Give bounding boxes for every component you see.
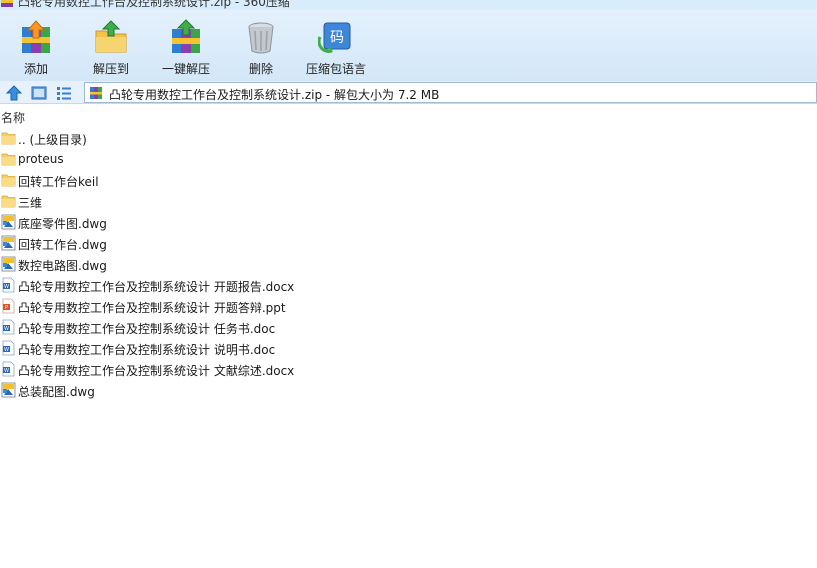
delete-button[interactable]: 删除	[226, 19, 296, 79]
powerpoint-file-icon: P	[1, 298, 16, 314]
list-view-icon[interactable]	[55, 84, 73, 102]
word-file-icon: W	[1, 319, 16, 335]
address-bar: 凸轮专用数控工作台及控制系统设计.zip - 解包大小为 7.2 MB	[0, 81, 817, 104]
file-row[interactable]: P 凸轮专用数控工作台及控制系统设计 开题答辩.ppt	[0, 296, 817, 317]
word-file-icon: W	[1, 277, 16, 293]
file-row[interactable]: 底座零件图.dwg	[0, 212, 817, 233]
word-file-icon: W	[1, 361, 16, 377]
toolbar: 添加 解压到 一键解压 删除 码 压缩包语言	[0, 10, 817, 81]
trash-bin-icon	[248, 22, 274, 54]
file-name: .. (上级目录)	[18, 133, 87, 147]
add-label: 添加	[23, 62, 48, 76]
dwg-file-icon	[1, 235, 16, 251]
title-bar: 凸轮专用数控工作台及控制系统设计.zip - 360压缩	[0, 0, 817, 10]
file-name: 三维	[18, 196, 43, 210]
dwg-file-icon	[1, 214, 16, 230]
folder-row[interactable]: 回转工作台keil	[0, 170, 817, 191]
delete-label: 删除	[248, 62, 273, 76]
add-button[interactable]: 添加	[1, 19, 71, 79]
dwg-file-icon	[1, 382, 16, 398]
file-row[interactable]: 回转工作台.dwg	[0, 233, 817, 254]
column-header-row: 名称	[0, 108, 817, 126]
folder-row[interactable]: .. (上级目录)	[0, 128, 817, 149]
one-click-extract-icon	[172, 19, 200, 53]
extract-to-button[interactable]: 解压到	[76, 19, 146, 79]
file-row[interactable]: W 凸轮专用数控工作台及控制系统设计 任务书.doc	[0, 317, 817, 338]
file-row[interactable]: W 凸轮专用数控工作台及控制系统设计 说明书.doc	[0, 338, 817, 359]
file-row[interactable]: W 凸轮专用数控工作台及控制系统设计 文献综述.docx	[0, 359, 817, 380]
dwg-file-icon	[1, 256, 16, 272]
folder-icon	[1, 172, 16, 188]
svg-text:W: W	[4, 347, 9, 353]
file-list: .. (上级目录) proteus 回转工作台keil 三维底座零件图.dwg 回转工作…	[0, 128, 817, 401]
archive-language-icon: 码	[318, 22, 351, 53]
file-row[interactable]: 数控电路图.dwg	[0, 254, 817, 275]
archive-language-label: 压缩包语言	[305, 62, 366, 76]
file-name: 总装配图.dwg	[18, 385, 95, 399]
file-name: 凸轮专用数控工作台及控制系统设计 开题报告.docx	[18, 280, 295, 294]
folder-row[interactable]: proteus	[0, 149, 817, 170]
archive-language-button[interactable]: 码 压缩包语言	[301, 19, 371, 79]
one-click-extract-button[interactable]: 一键解压	[151, 19, 221, 79]
svg-text:W: W	[4, 326, 9, 332]
thumbnail-view-icon[interactable]	[30, 84, 48, 102]
file-name: 回转工作台keil	[18, 175, 99, 189]
folder-icon	[1, 130, 16, 146]
svg-text:W: W	[4, 284, 9, 290]
up-arrow-icon[interactable]	[5, 84, 23, 102]
file-name: 凸轮专用数控工作台及控制系统设计 文献综述.docx	[18, 364, 295, 378]
file-name: 凸轮专用数控工作台及控制系统设计 开题答辩.ppt	[18, 301, 286, 315]
file-name: 底座零件图.dwg	[18, 217, 107, 231]
file-row[interactable]: W 凸轮专用数控工作台及控制系统设计 开题报告.docx	[0, 275, 817, 296]
file-name: proteus	[18, 152, 64, 166]
file-row[interactable]: 总装配图.dwg	[0, 380, 817, 401]
folder-icon	[1, 151, 16, 167]
svg-text:P: P	[5, 305, 8, 311]
file-name: 凸轮专用数控工作台及控制系统设计 说明书.doc	[18, 343, 276, 357]
folder-icon	[1, 193, 16, 209]
file-name: 数控电路图.dwg	[18, 259, 107, 273]
address-path: 凸轮专用数控工作台及控制系统设计.zip - 解包大小为 7.2 MB	[109, 88, 440, 102]
file-name: 凸轮专用数控工作台及控制系统设计 任务书.doc	[18, 322, 276, 336]
address-field[interactable]: 凸轮专用数控工作台及控制系统设计.zip - 解包大小为 7.2 MB	[84, 82, 817, 103]
extract-to-label: 解压到	[92, 62, 129, 76]
extract-folder-icon	[95, 20, 127, 53]
file-name: 回转工作台.dwg	[18, 238, 107, 252]
add-archive-icon	[22, 20, 50, 53]
app-zip-icon	[1, 0, 13, 7]
name-column-header[interactable]: 名称	[1, 109, 25, 126]
language-icon-glyph: 码	[330, 30, 344, 46]
folder-row[interactable]: 三维	[0, 191, 817, 212]
one-click-extract-label: 一键解压	[161, 62, 210, 76]
word-file-icon: W	[1, 340, 16, 356]
window-title: 凸轮专用数控工作台及控制系统设计.zip - 360压缩	[18, 0, 290, 9]
zip-archive-icon	[90, 87, 102, 99]
svg-text:W: W	[4, 368, 9, 374]
